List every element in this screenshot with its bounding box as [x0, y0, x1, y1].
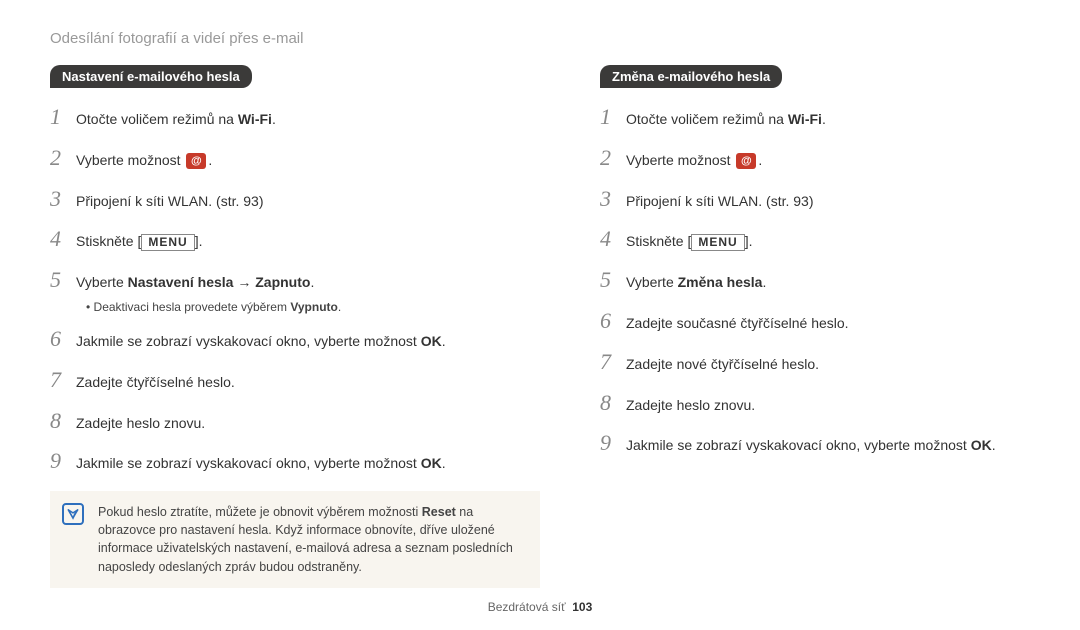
- step-text: Stiskněte [MENU].: [76, 229, 203, 252]
- step-text: Jakmile se zobrazí vyskakovací okno, vyb…: [626, 433, 996, 456]
- page-footer: Bezdrátová síť 103: [0, 600, 1080, 614]
- right-column: Změna e-mailového hesla 1 Otočte voličem…: [600, 65, 1030, 588]
- info-note-icon: [62, 503, 84, 525]
- step-number: 7: [600, 347, 626, 378]
- wifi-label: Wi-Fi: [238, 111, 272, 127]
- step-number: 1: [600, 102, 626, 133]
- footer-section: Bezdrátová síť: [488, 600, 566, 614]
- step-text: Připojení k síti WLAN. (str. 93): [76, 189, 264, 212]
- left-column: Nastavení e-mailového hesla 1 Otočte vol…: [50, 65, 540, 588]
- step-number: 6: [50, 324, 76, 355]
- step-number: 5: [600, 265, 626, 296]
- step-1: 1 Otočte voličem režimů na Wi-Fi.: [600, 102, 1030, 133]
- step-text: Zadejte současné čtyřčíselné heslo.: [626, 311, 849, 334]
- step-2: 2 Vyberte možnost .: [50, 143, 540, 174]
- step-3: 3 Připojení k síti WLAN. (str. 93): [600, 184, 1030, 215]
- step-text: Otočte voličem režimů na Wi-Fi.: [76, 107, 276, 130]
- step-8: 8 Zadejte heslo znovu.: [50, 406, 540, 437]
- step-2: 2 Vyberte možnost .: [600, 143, 1030, 174]
- step-4: 4 Stiskněte [MENU].: [600, 224, 1030, 255]
- step-3: 3 Připojení k síti WLAN. (str. 93): [50, 184, 540, 215]
- step-5: 5 Vyberte Změna hesla.: [600, 265, 1030, 296]
- step-text: Vyberte možnost .: [626, 148, 762, 171]
- email-icon: [736, 153, 756, 169]
- step-number: 4: [600, 224, 626, 255]
- page-header: Odesílání fotografií a videí přes e-mail: [50, 30, 1030, 47]
- step-text: Zadejte heslo znovu.: [626, 393, 755, 416]
- email-icon: [186, 153, 206, 169]
- right-section-badge: Změna e-mailového hesla: [600, 65, 782, 88]
- step-5-subnote: • Deaktivaci hesla provedete výběrem Vyp…: [86, 300, 540, 314]
- step-text: Zadejte nové čtyřčíselné heslo.: [626, 352, 819, 375]
- step-9: 9 Jakmile se zobrazí vyskakovací okno, v…: [600, 428, 1030, 459]
- step-number: 9: [50, 446, 76, 477]
- step-text: Připojení k síti WLAN. (str. 93): [626, 189, 814, 212]
- step-number: 2: [600, 143, 626, 174]
- wifi-label: Wi-Fi: [788, 111, 822, 127]
- step-text: Vyberte možnost .: [76, 148, 212, 171]
- step-number: 7: [50, 365, 76, 396]
- step-number: 1: [50, 102, 76, 133]
- content-columns: Nastavení e-mailového hesla 1 Otočte vol…: [50, 65, 1030, 588]
- step-6: 6 Zadejte současné čtyřčíselné heslo.: [600, 306, 1030, 337]
- step-9: 9 Jakmile se zobrazí vyskakovací okno, v…: [50, 446, 540, 477]
- step-text: Jakmile se zobrazí vyskakovací okno, vyb…: [76, 329, 446, 352]
- step-text: Stiskněte [MENU].: [626, 229, 753, 252]
- step-4: 4 Stiskněte [MENU].: [50, 224, 540, 255]
- step-6: 6 Jakmile se zobrazí vyskakovací okno, v…: [50, 324, 540, 355]
- page-number: 103: [572, 600, 592, 614]
- info-note: Pokud heslo ztratíte, můžete je obnovit …: [50, 491, 540, 588]
- step-7: 7 Zadejte nové čtyřčíselné heslo.: [600, 347, 1030, 378]
- step-number: 3: [600, 184, 626, 215]
- left-section-badge: Nastavení e-mailového hesla: [50, 65, 252, 88]
- step-number: 6: [600, 306, 626, 337]
- step-1: 1 Otočte voličem režimů na Wi-Fi.: [50, 102, 540, 133]
- step-5: 5 Vyberte Nastavení hesla → Zapnuto.: [50, 265, 540, 296]
- step-number: 4: [50, 224, 76, 255]
- menu-button-icon: MENU: [691, 234, 744, 252]
- menu-button-icon: MENU: [141, 234, 194, 252]
- step-8: 8 Zadejte heslo znovu.: [600, 388, 1030, 419]
- right-steps: 1 Otočte voličem režimů na Wi-Fi. 2 Vybe…: [600, 102, 1030, 459]
- step-number: 9: [600, 428, 626, 459]
- step-text: Vyberte Nastavení hesla → Zapnuto.: [76, 270, 314, 293]
- step-text: Otočte voličem režimů na Wi-Fi.: [626, 107, 826, 130]
- step-number: 3: [50, 184, 76, 215]
- step-number: 2: [50, 143, 76, 174]
- step-7: 7 Zadejte čtyřčíselné heslo.: [50, 365, 540, 396]
- step-number: 8: [50, 406, 76, 437]
- step-text: Vyberte Změna hesla.: [626, 270, 766, 293]
- step-number: 8: [600, 388, 626, 419]
- step-text: Zadejte čtyřčíselné heslo.: [76, 370, 235, 393]
- left-steps: 1 Otočte voličem režimů na Wi-Fi. 2 Vybe…: [50, 102, 540, 477]
- step-text: Jakmile se zobrazí vyskakovací okno, vyb…: [76, 451, 446, 474]
- step-number: 5: [50, 265, 76, 296]
- step-text: Zadejte heslo znovu.: [76, 411, 205, 434]
